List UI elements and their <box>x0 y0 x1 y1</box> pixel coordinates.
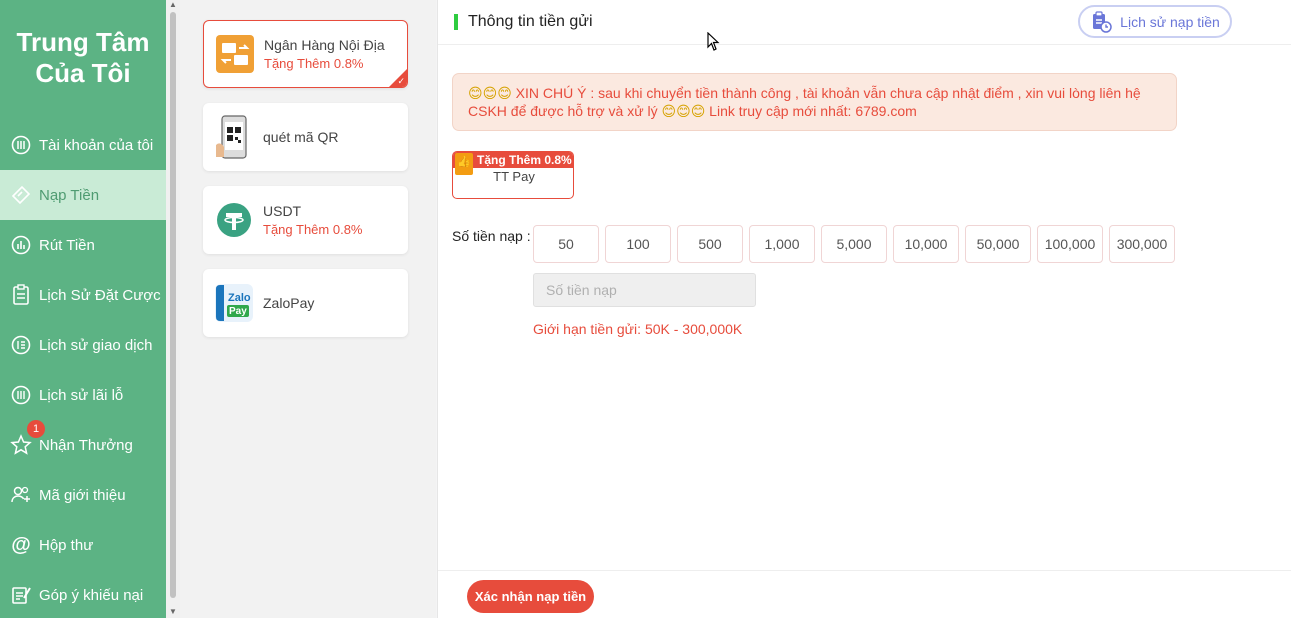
zalopay-icon: Zalo Pay <box>214 283 254 323</box>
svg-text:Zalo: Zalo <box>228 292 251 304</box>
sidebar-item-label: Rút Tiền <box>39 236 95 254</box>
sidebar-item-account[interactable]: Tài khoản của tôi <box>0 120 166 170</box>
brand-line-1: Trung Tâm <box>16 27 150 57</box>
clipboard-history-icon <box>1090 10 1112 33</box>
bank-transfer-icon <box>215 34 255 74</box>
sidebar-item-mailbox[interactable]: @ Hộp thư <box>0 520 166 570</box>
at-icon: @ <box>11 533 31 556</box>
scroll-down-icon[interactable]: ▼ <box>169 607 177 616</box>
rewards-badge: 1 <box>27 420 45 438</box>
history-button-label: Lịch sử nạp tiền <box>1120 13 1220 30</box>
amount-label: Số tiền nạp : <box>452 228 531 244</box>
pay-channel-name: TT Pay <box>493 169 535 184</box>
method-qr[interactable]: quét mã QR <box>203 103 408 171</box>
amount-option[interactable]: 50,000 <box>965 225 1031 263</box>
amount-input[interactable] <box>533 273 756 307</box>
sidebar-item-label: Hộp thư <box>39 536 94 554</box>
mouse-cursor-icon <box>707 31 721 57</box>
sidebar-item-label: Lịch Sử Đặt Cược <box>39 286 161 304</box>
feedback-icon <box>10 584 32 606</box>
sidebar-item-referral[interactable]: Mã giới thiệu <box>0 470 166 520</box>
deposit-info-panel: Thông tin tiền gửi Lịch sử nạp tiền 😊😊😊 … <box>437 0 1291 618</box>
sidebar-item-bet-history[interactable]: Lịch Sử Đặt Cược <box>0 270 166 320</box>
amount-option[interactable]: 10,000 <box>893 225 959 263</box>
method-bonus: Tặng Thêm 0.8% <box>263 222 363 237</box>
referral-icon <box>10 484 32 506</box>
tether-icon <box>214 200 254 240</box>
method-bonus: Tặng Thêm 0.8% <box>264 56 364 71</box>
amount-option[interactable]: 500 <box>677 225 743 263</box>
sidebar: Trung Tâm Của Tôi Tài khoản của tôi Nạp … <box>0 0 166 618</box>
method-zalopay[interactable]: Zalo Pay ZaloPay <box>203 269 408 337</box>
method-name: ZaloPay <box>263 295 315 311</box>
sidebar-item-label: Lịch sử giao dịch <box>39 336 153 354</box>
amount-option[interactable]: 5,000 <box>821 225 887 263</box>
payment-methods-panel: Ngân Hàng Nội Địa Tặng Thêm 0.8% ✓ quét … <box>180 0 436 618</box>
amount-option[interactable]: 100 <box>605 225 671 263</box>
deposit-limit: Giới hạn tiền gửi: 50K - 300,000K <box>533 321 743 337</box>
sidebar-item-deposit[interactable]: Nạp Tiền <box>0 170 166 220</box>
method-name: quét mã QR <box>263 129 339 145</box>
smile-emoji-icon: 😊😊😊 <box>468 85 512 101</box>
sidebar-item-label: Nạp Tiền <box>39 186 100 204</box>
profit-loss-icon <box>10 384 32 406</box>
sidebar-item-label: Lịch sử lãi lỗ <box>39 386 124 404</box>
sidebar-item-label: Mã giới thiệu <box>39 486 126 504</box>
deposit-history-button[interactable]: Lịch sử nạp tiền <box>1078 5 1232 38</box>
notice-banner: 😊😊😊 XIN CHÚ Ý : sau khi chuyển tiền thàn… <box>452 73 1177 131</box>
sidebar-item-label: Nhận Thưởng <box>39 436 133 454</box>
deposit-ticket-icon <box>10 184 32 206</box>
list-icon <box>10 334 32 356</box>
smile-emoji-icon: 😊😊😊 <box>661 103 706 119</box>
method-name: Ngân Hàng Nội Địa <box>264 37 385 53</box>
method-usdt[interactable]: USDT Tặng Thêm 0.8% <box>203 186 408 254</box>
sidebar-item-withdraw[interactable]: Rút Tiền <box>0 220 166 270</box>
check-icon: ✓ <box>397 76 405 86</box>
sidebar-item-label: Tài khoản của tôi <box>39 136 154 154</box>
page-title: Thông tin tiền gửi <box>468 13 593 30</box>
brand-title: Trung Tâm Của Tôi <box>0 0 166 120</box>
amount-option[interactable]: 1,000 <box>749 225 815 263</box>
pay-channel-ttpay[interactable]: Tặng Thêm 0.8% 👍 TT Pay <box>452 151 574 199</box>
amount-option[interactable]: 300,000 <box>1109 225 1175 263</box>
star-icon <box>10 434 32 456</box>
confirm-deposit-button[interactable]: Xác nhận nạp tiền <box>467 580 594 613</box>
withdraw-chart-icon <box>10 234 32 256</box>
svg-text:Pay: Pay <box>229 306 247 317</box>
scroll-up-icon[interactable]: ▲ <box>169 0 177 9</box>
amount-option[interactable]: 50 <box>533 225 599 263</box>
method-bank-transfer[interactable]: Ngân Hàng Nội Địa Tặng Thêm 0.8% ✓ <box>203 20 408 88</box>
notice-link-text: Link truy cập mới nhất: 6789.com <box>705 103 917 119</box>
scroll-thumb[interactable] <box>170 12 176 598</box>
qr-phone-icon <box>214 115 254 159</box>
sidebar-item-transaction-history[interactable]: Lịch sử giao dịch <box>0 320 166 370</box>
account-icon <box>10 134 32 156</box>
brand-line-2: Của Tôi <box>35 58 131 88</box>
sidebar-item-rewards[interactable]: 1 Nhận Thưởng <box>0 420 166 470</box>
clipboard-icon <box>10 284 32 306</box>
sidebar-item-profit-loss[interactable]: Lịch sử lãi lỗ <box>0 370 166 420</box>
sidebar-item-label: Góp ý khiếu nại <box>39 586 144 604</box>
title-accent <box>454 14 458 30</box>
panel-footer: Xác nhận nạp tiền <box>438 570 1291 618</box>
amount-option[interactable]: 100,000 <box>1037 225 1103 263</box>
method-name: USDT <box>263 203 302 219</box>
sidebar-item-feedback[interactable]: Góp ý khiếu nại <box>0 570 166 618</box>
sidebar-scrollbar[interactable]: ▲ ▼ <box>166 0 180 618</box>
